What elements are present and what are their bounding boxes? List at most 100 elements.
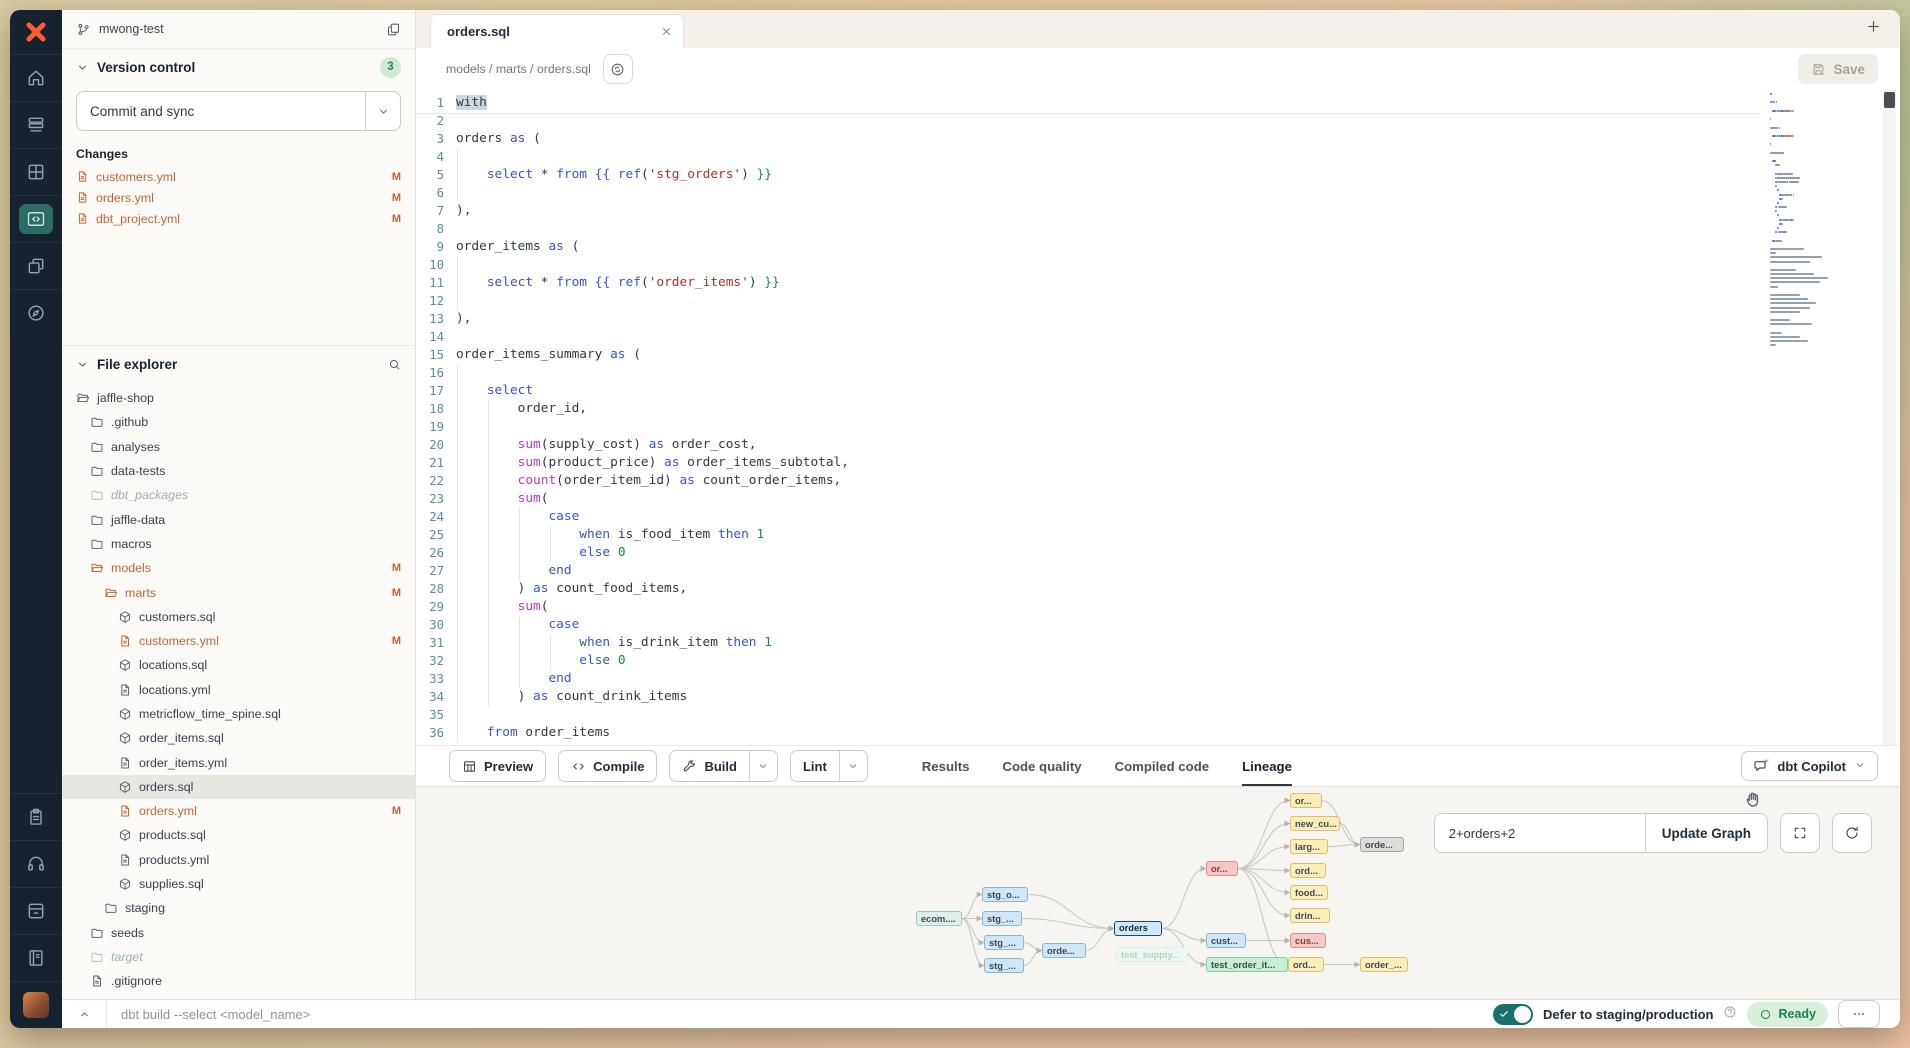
commit-options-chevron[interactable]: [365, 92, 400, 130]
lineage-panel[interactable]: ecom....stg_o...stg_...stg_...stg_...ord…: [416, 786, 1900, 999]
scrollbar-thumb[interactable]: [1884, 92, 1895, 108]
code-line-20: 20 sum(supply_cost) as order_cost,: [416, 436, 1760, 454]
tree-item-jaffle-data[interactable]: jaffle-data: [62, 507, 415, 531]
update-graph-button[interactable]: Update Graph: [1645, 814, 1767, 852]
rail-item-clipboard[interactable]: [10, 793, 62, 840]
lineage-node-gray[interactable]: orde...: [1360, 837, 1404, 852]
lineage-node-y3[interactable]: larg...: [1290, 839, 1328, 854]
compile-button[interactable]: Compile: [558, 750, 657, 782]
lineage-node-orp[interactable]: or...: [1206, 861, 1238, 876]
lineage-node-stg3[interactable]: stg_...: [984, 958, 1024, 973]
version-control-header[interactable]: Version control 3: [62, 49, 415, 85]
tree-item-staging[interactable]: staging: [62, 896, 415, 920]
build-options-chevron[interactable]: [749, 751, 777, 781]
tab-lineage[interactable]: Lineage: [1242, 746, 1292, 786]
code-editor[interactable]: 1with23orders as (45 select * from {{ re…: [416, 90, 1900, 745]
build-button[interactable]: Build: [669, 750, 778, 782]
lineage-node-orders[interactable]: orders: [1114, 921, 1162, 936]
lineage-node-ord3[interactable]: order_...: [1360, 957, 1408, 972]
tree-item-customers.sql[interactable]: customers.sql: [62, 605, 415, 629]
tree-item-order_items.yml[interactable]: order_items.yml: [62, 750, 415, 774]
file-explorer-header[interactable]: File explorer: [62, 346, 415, 382]
tab-results[interactable]: Results: [922, 746, 970, 786]
lineage-node-y1[interactable]: or...: [1290, 793, 1322, 808]
new-tab-button[interactable]: [1865, 18, 1882, 40]
tab-compiled-code[interactable]: Compiled code: [1115, 746, 1210, 786]
lineage-node-tsup[interactable]: test_supply...: [1116, 947, 1188, 962]
save-button[interactable]: Save: [1798, 54, 1878, 84]
tree-item-analyses[interactable]: analyses: [62, 435, 415, 459]
more-options-button[interactable]: [1838, 1000, 1880, 1028]
tree-item-dbt_packages[interactable]: dbt_packages: [62, 483, 415, 507]
tree-item-locations.sql[interactable]: locations.sql: [62, 653, 415, 677]
lineage-node-y4[interactable]: ord...: [1290, 863, 1326, 878]
tree-item-order_items.sql[interactable]: order_items.sql: [62, 726, 415, 750]
tab-code-quality[interactable]: Code quality: [1002, 746, 1081, 786]
rail-item-home[interactable]: [10, 54, 62, 101]
lint-button[interactable]: Lint: [790, 750, 868, 782]
help-icon-wrap[interactable]: [1723, 1005, 1737, 1024]
rail-item-windows[interactable]: [10, 242, 62, 289]
tab-orders-sql[interactable]: orders.sql: [430, 14, 684, 48]
tree-item-macros[interactable]: macros: [62, 532, 415, 556]
lineage-selector-input[interactable]: [1435, 814, 1645, 852]
tree-item-products.sql[interactable]: products.sql: [62, 823, 415, 847]
editor-scrollbar[interactable]: [1883, 90, 1896, 745]
defer-toggle[interactable]: [1493, 1004, 1533, 1025]
tree-item-.gitignore[interactable]: .gitignore: [62, 969, 415, 993]
tree-item-products.yml[interactable]: products.yml: [62, 848, 415, 872]
tree-item-metricflow_time_spine.sql[interactable]: metricflow_time_spine.sql: [62, 702, 415, 726]
expand-command-bar-button[interactable]: [62, 1000, 107, 1028]
tree-item-models[interactable]: modelsM: [62, 556, 415, 580]
tree-item-jaffle-shop[interactable]: jaffle-shop: [62, 386, 415, 410]
preview-button[interactable]: Preview: [449, 750, 546, 782]
lineage-node-y5[interactable]: food...: [1290, 885, 1328, 900]
tree-item-locations.yml[interactable]: locations.yml: [62, 678, 415, 702]
lineage-node-tord[interactable]: test_order_it...: [1206, 957, 1288, 972]
refresh-button[interactable]: [1832, 813, 1872, 853]
rail-item-layers[interactable]: [10, 101, 62, 148]
changed-file-customers.yml[interactable]: customers.ymlM: [62, 166, 415, 187]
user-avatar[interactable]: [10, 981, 62, 1028]
rail-item-compass[interactable]: [10, 289, 62, 336]
tree-item-orders.yml[interactable]: orders.ymlM: [62, 799, 415, 823]
lineage-node-ecom[interactable]: ecom....: [916, 911, 962, 926]
command-input[interactable]: [107, 1007, 1493, 1022]
rail-item-codewin[interactable]: [10, 195, 62, 242]
tree-item-orders.sql[interactable]: orders.sql: [62, 775, 415, 799]
tree-item-label: locations.sql: [139, 658, 207, 672]
copy-docs-icon[interactable]: [386, 22, 401, 37]
tree-item-supplies.sql[interactable]: supplies.sql: [62, 872, 415, 896]
lineage-node-y6[interactable]: drin...: [1290, 908, 1330, 923]
lineage-node-ord2[interactable]: ord...: [1288, 957, 1324, 972]
dbt-logo[interactable]: [10, 10, 62, 54]
commit-and-sync-button[interactable]: Commit and sync: [76, 91, 401, 131]
copy-relation-button[interactable]: [603, 54, 633, 84]
tree-item-target[interactable]: target: [62, 945, 415, 969]
lineage-node-stg0[interactable]: stg_o...: [982, 887, 1028, 902]
dbt-copilot-button[interactable]: dbt Copilot: [1741, 751, 1878, 781]
lineage-node-stg1[interactable]: stg_...: [982, 911, 1022, 926]
changed-file-dbt_project.yml[interactable]: dbt_project.ymlM: [62, 208, 415, 229]
changed-file-orders.yml[interactable]: orders.ymlM: [62, 187, 415, 208]
lineage-node-cusp[interactable]: cus...: [1290, 933, 1326, 948]
lineage-node-ordm[interactable]: orde...: [1042, 943, 1086, 958]
tree-item-seeds[interactable]: seeds: [62, 921, 415, 945]
fullscreen-button[interactable]: [1780, 813, 1820, 853]
lineage-node-y2[interactable]: new_cu...: [1290, 816, 1340, 831]
tree-item-marts[interactable]: martsM: [62, 580, 415, 604]
tree-item-.github[interactable]: .github: [62, 410, 415, 434]
close-icon[interactable]: [660, 25, 673, 38]
lineage-node-cust[interactable]: cust...: [1206, 933, 1246, 948]
ide-status-badge[interactable]: Ready: [1747, 1002, 1828, 1027]
minimap[interactable]: [1770, 93, 1874, 348]
rail-item-grid[interactable]: [10, 148, 62, 195]
rail-item-headset[interactable]: [10, 840, 62, 887]
lint-options-chevron[interactable]: [839, 751, 867, 781]
rail-item-book[interactable]: [10, 934, 62, 981]
tree-item-customers.yml[interactable]: customers.ymlM: [62, 629, 415, 653]
rail-item-drawer[interactable]: [10, 887, 62, 934]
tree-item-data-tests[interactable]: data-tests: [62, 459, 415, 483]
search-icon[interactable]: [388, 358, 401, 371]
lineage-node-stg2[interactable]: stg_...: [984, 935, 1024, 950]
